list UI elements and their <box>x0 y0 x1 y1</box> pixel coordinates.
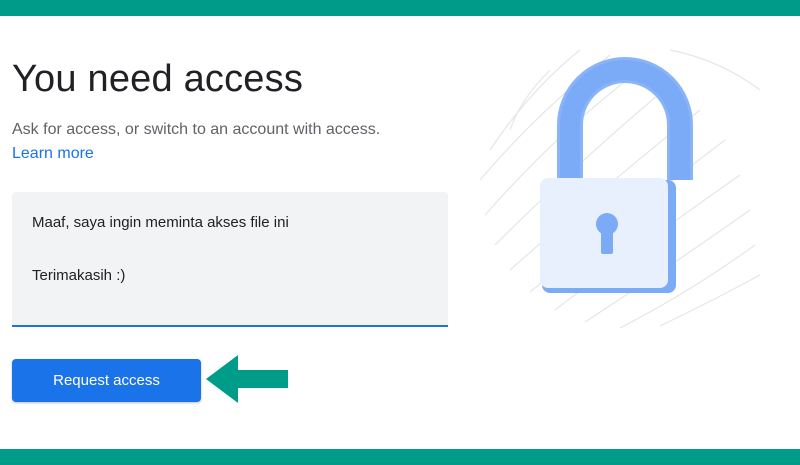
message-line-1: Maaf, saya ingin meminta akses file ini <box>32 214 289 231</box>
page-subtitle: Ask for access, or switch to an account … <box>12 118 380 166</box>
subtitle-text: Ask for access, or switch to an account … <box>12 121 381 138</box>
lock-shackle <box>560 60 690 180</box>
message-line-2: Terimakasih :) <box>32 267 126 284</box>
top-teal-band <box>0 0 800 16</box>
message-textarea[interactable]: Maaf, saya ingin meminta akses file ini … <box>12 192 448 327</box>
padlock-illustration <box>479 49 761 329</box>
learn-more-link[interactable]: Learn more <box>12 142 94 166</box>
page-title: You need access <box>12 58 304 100</box>
arrow-left-icon <box>206 355 288 403</box>
keyhole-slot <box>601 228 613 254</box>
request-access-button[interactable]: Request access <box>12 359 201 402</box>
bottom-teal-band <box>0 449 800 465</box>
